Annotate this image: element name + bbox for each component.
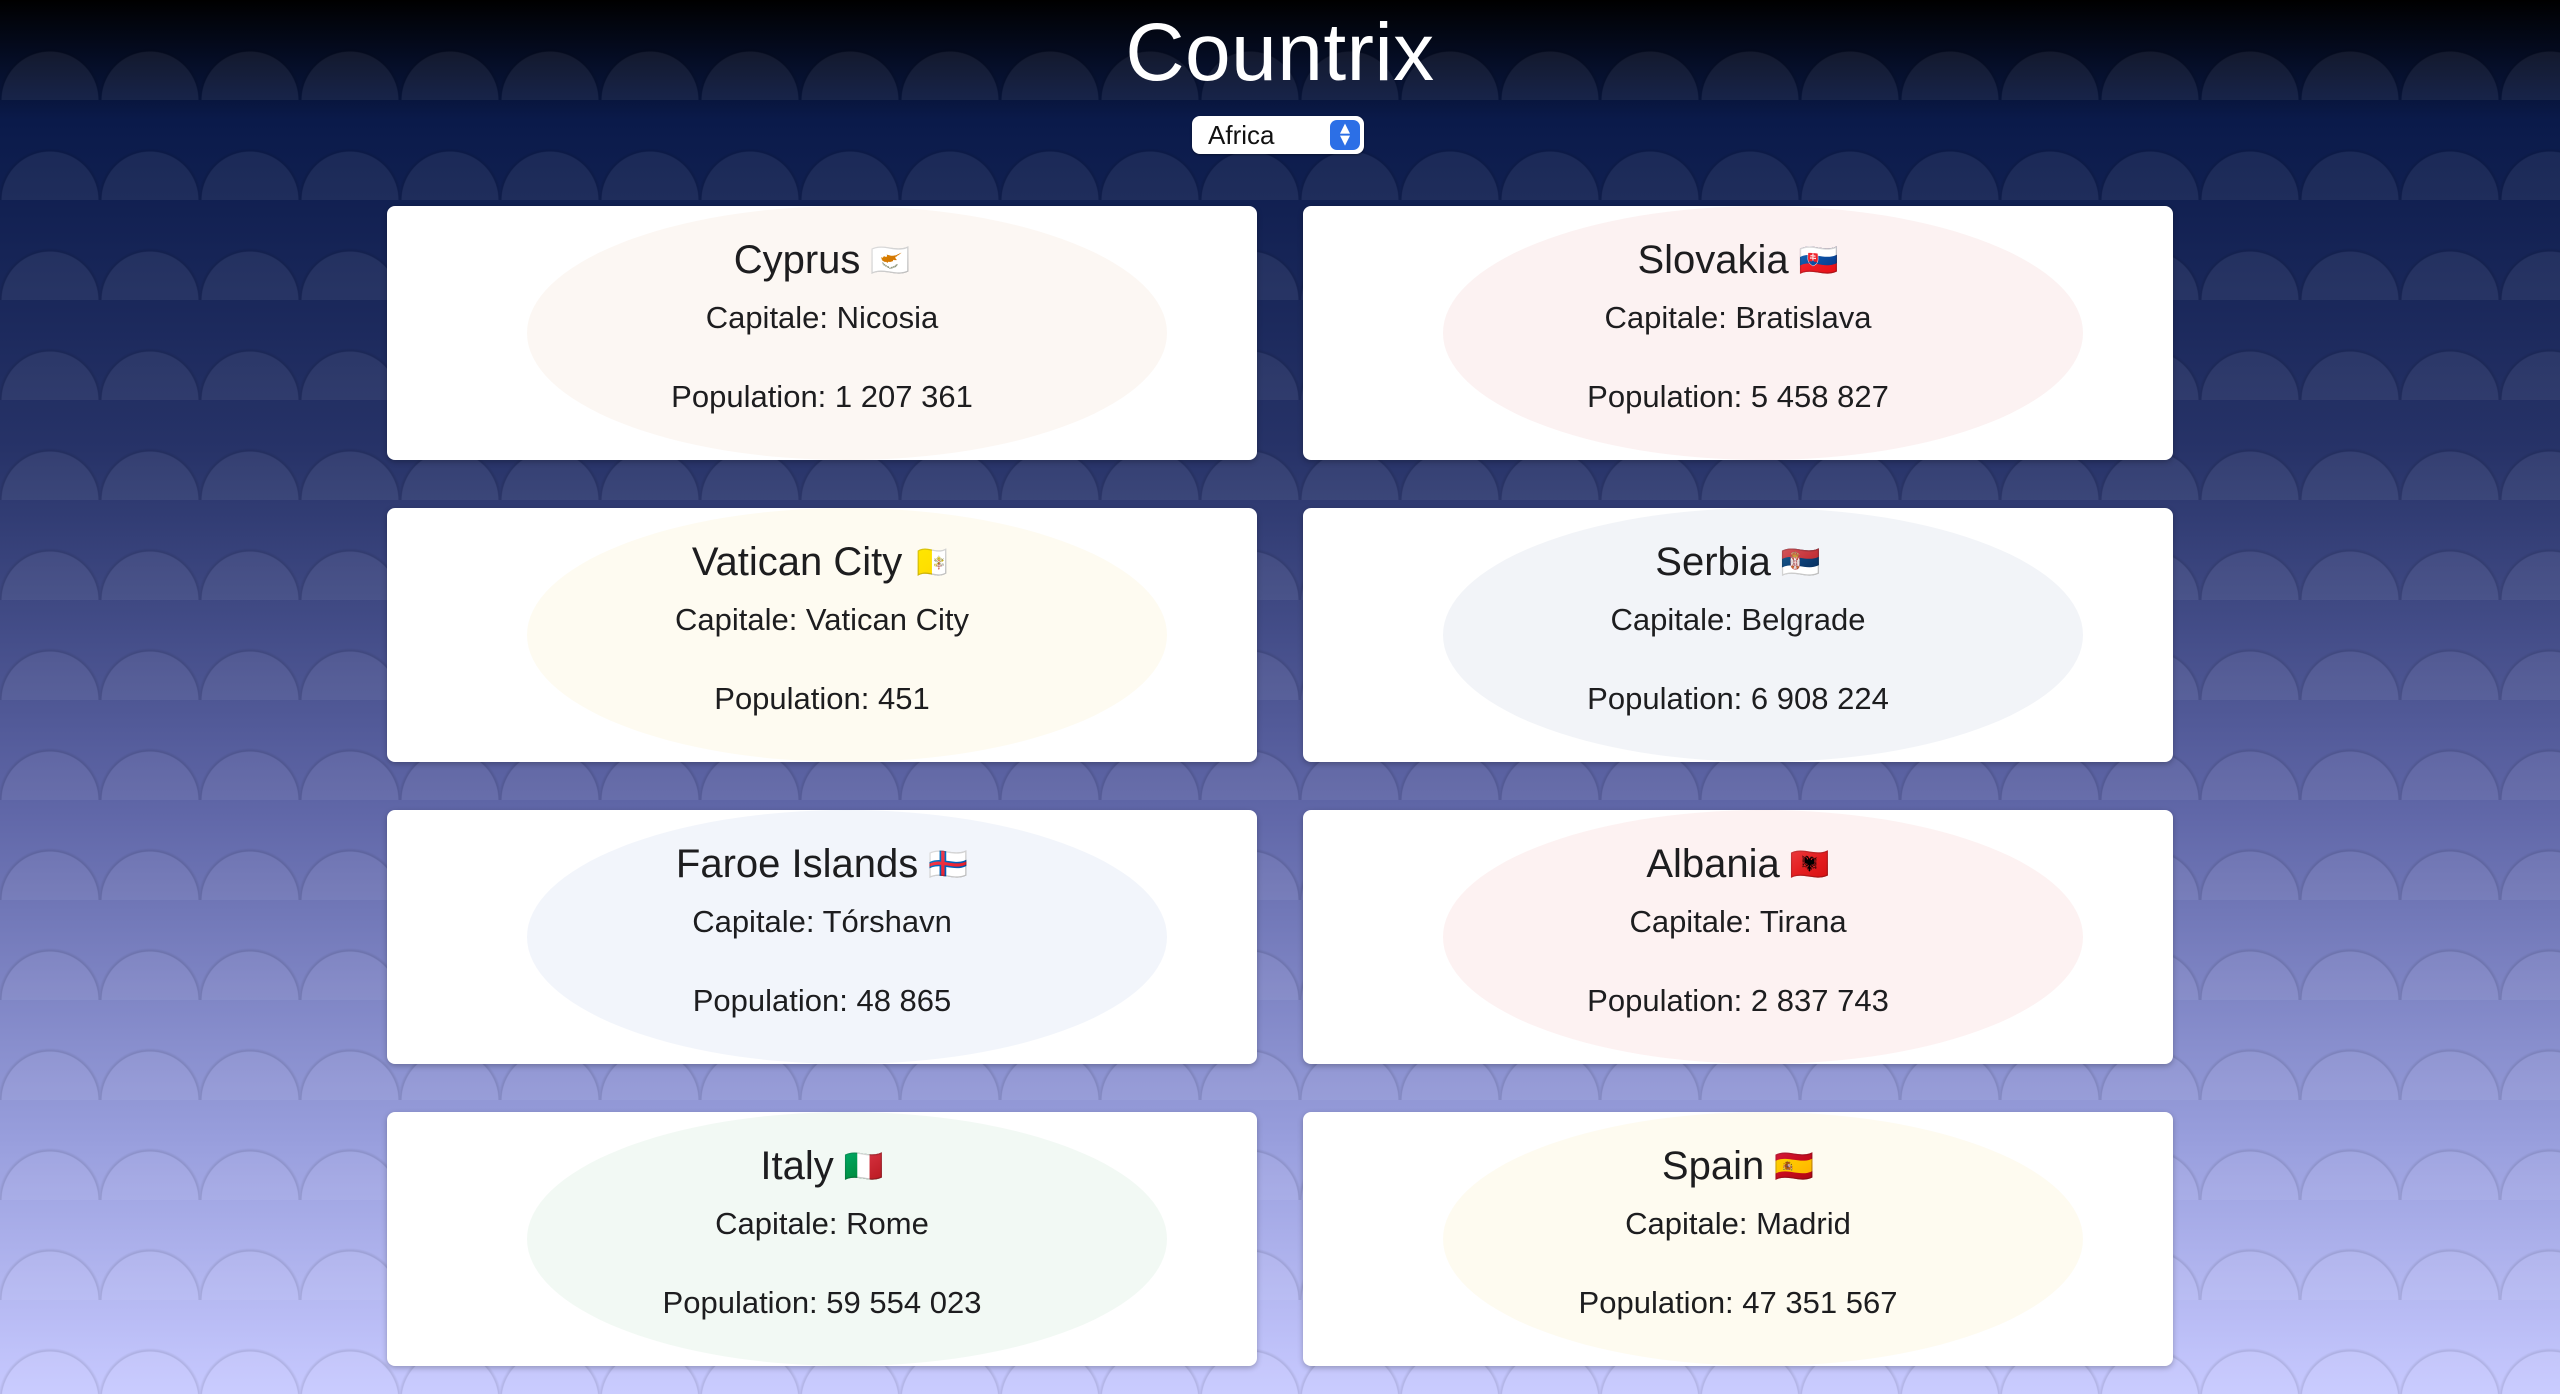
country-card[interactable]: Spain 🇪🇸 Capitale: Madrid Population: 47 … (1303, 1112, 2173, 1366)
country-name: Albania 🇦🇱 (1646, 842, 1830, 886)
country-capital: Capitale: Rome (715, 1206, 929, 1241)
flag-icon: 🇻🇦 (912, 544, 953, 580)
country-capital: Capitale: Madrid (1625, 1206, 1851, 1241)
country-name: Spain 🇪🇸 (1661, 1144, 1815, 1188)
country-capital: Capitale: Vatican City (674, 602, 970, 637)
flag-icon: 🇪🇸 (1774, 1148, 1815, 1184)
flag-icon: 🇸🇰 (1798, 242, 1839, 278)
flag-icon: 🇷🇸 (1780, 544, 1821, 580)
country-capital: Capitale: Bratislava (1604, 300, 1872, 335)
country-capital: Capitale: Belgrade (1610, 602, 1866, 637)
country-population: Population: 5 458 827 (1587, 379, 1889, 414)
country-population: Population: 59 554 023 (662, 1285, 982, 1320)
country-capital: Capitale: Tirana (1629, 904, 1847, 939)
country-population: Population: 47 351 567 (1578, 1285, 1898, 1320)
country-capital: Capitale: Tórshavn (692, 904, 952, 939)
country-card[interactable]: Italy 🇮🇹 Capitale: Rome Population: 59 55… (387, 1112, 1257, 1366)
country-capital: Capitale: Nicosia (705, 300, 939, 335)
country-population: Population: 48 865 (692, 983, 952, 1018)
country-population: Population: 6 908 224 (1587, 681, 1889, 716)
country-name: Cyprus 🇨🇾 (733, 238, 911, 282)
country-population: Population: 451 (714, 681, 930, 716)
country-name: Slovakia 🇸🇰 (1637, 238, 1839, 282)
country-card[interactable]: Cyprus 🇨🇾 Capitale: Nicosia Population: 1… (387, 206, 1257, 460)
flag-icon: 🇨🇾 (870, 242, 911, 278)
country-name: Vatican City 🇻🇦 (691, 540, 953, 584)
country-name: Italy 🇮🇹 (760, 1144, 884, 1188)
country-grid: Cyprus 🇨🇾 Capitale: Nicosia Population: 1… (387, 206, 2173, 1366)
country-card[interactable]: Faroe Islands 🇫🇴 Capitale: Tórshavn Popul… (387, 810, 1257, 1064)
select-arrows-icon: ▲ ▼ (1330, 120, 1360, 150)
country-card[interactable]: Slovakia 🇸🇰 Capitale: Bratislava Populati… (1303, 206, 2173, 460)
country-name: Serbia 🇷🇸 (1655, 540, 1821, 584)
country-population: Population: 1 207 361 (671, 379, 973, 414)
region-select-value: Africa (1208, 119, 1275, 150)
flag-icon: 🇮🇹 (843, 1148, 884, 1184)
app-title: Countrix (1125, 7, 1435, 98)
region-select[interactable]: Africa ▲ ▼ (1192, 116, 1364, 154)
country-card[interactable]: Albania 🇦🇱 Capitale: Tirana Population: 2… (1303, 810, 2173, 1064)
country-name: Faroe Islands 🇫🇴 (675, 842, 969, 886)
country-card[interactable]: Serbia 🇷🇸 Capitale: Belgrade Population: … (1303, 508, 2173, 762)
flag-icon: 🇦🇱 (1789, 846, 1830, 882)
flag-icon: 🇫🇴 (928, 846, 969, 882)
country-card[interactable]: Vatican City 🇻🇦 Capitale: Vatican City Po… (387, 508, 1257, 762)
country-population: Population: 2 837 743 (1587, 983, 1889, 1018)
